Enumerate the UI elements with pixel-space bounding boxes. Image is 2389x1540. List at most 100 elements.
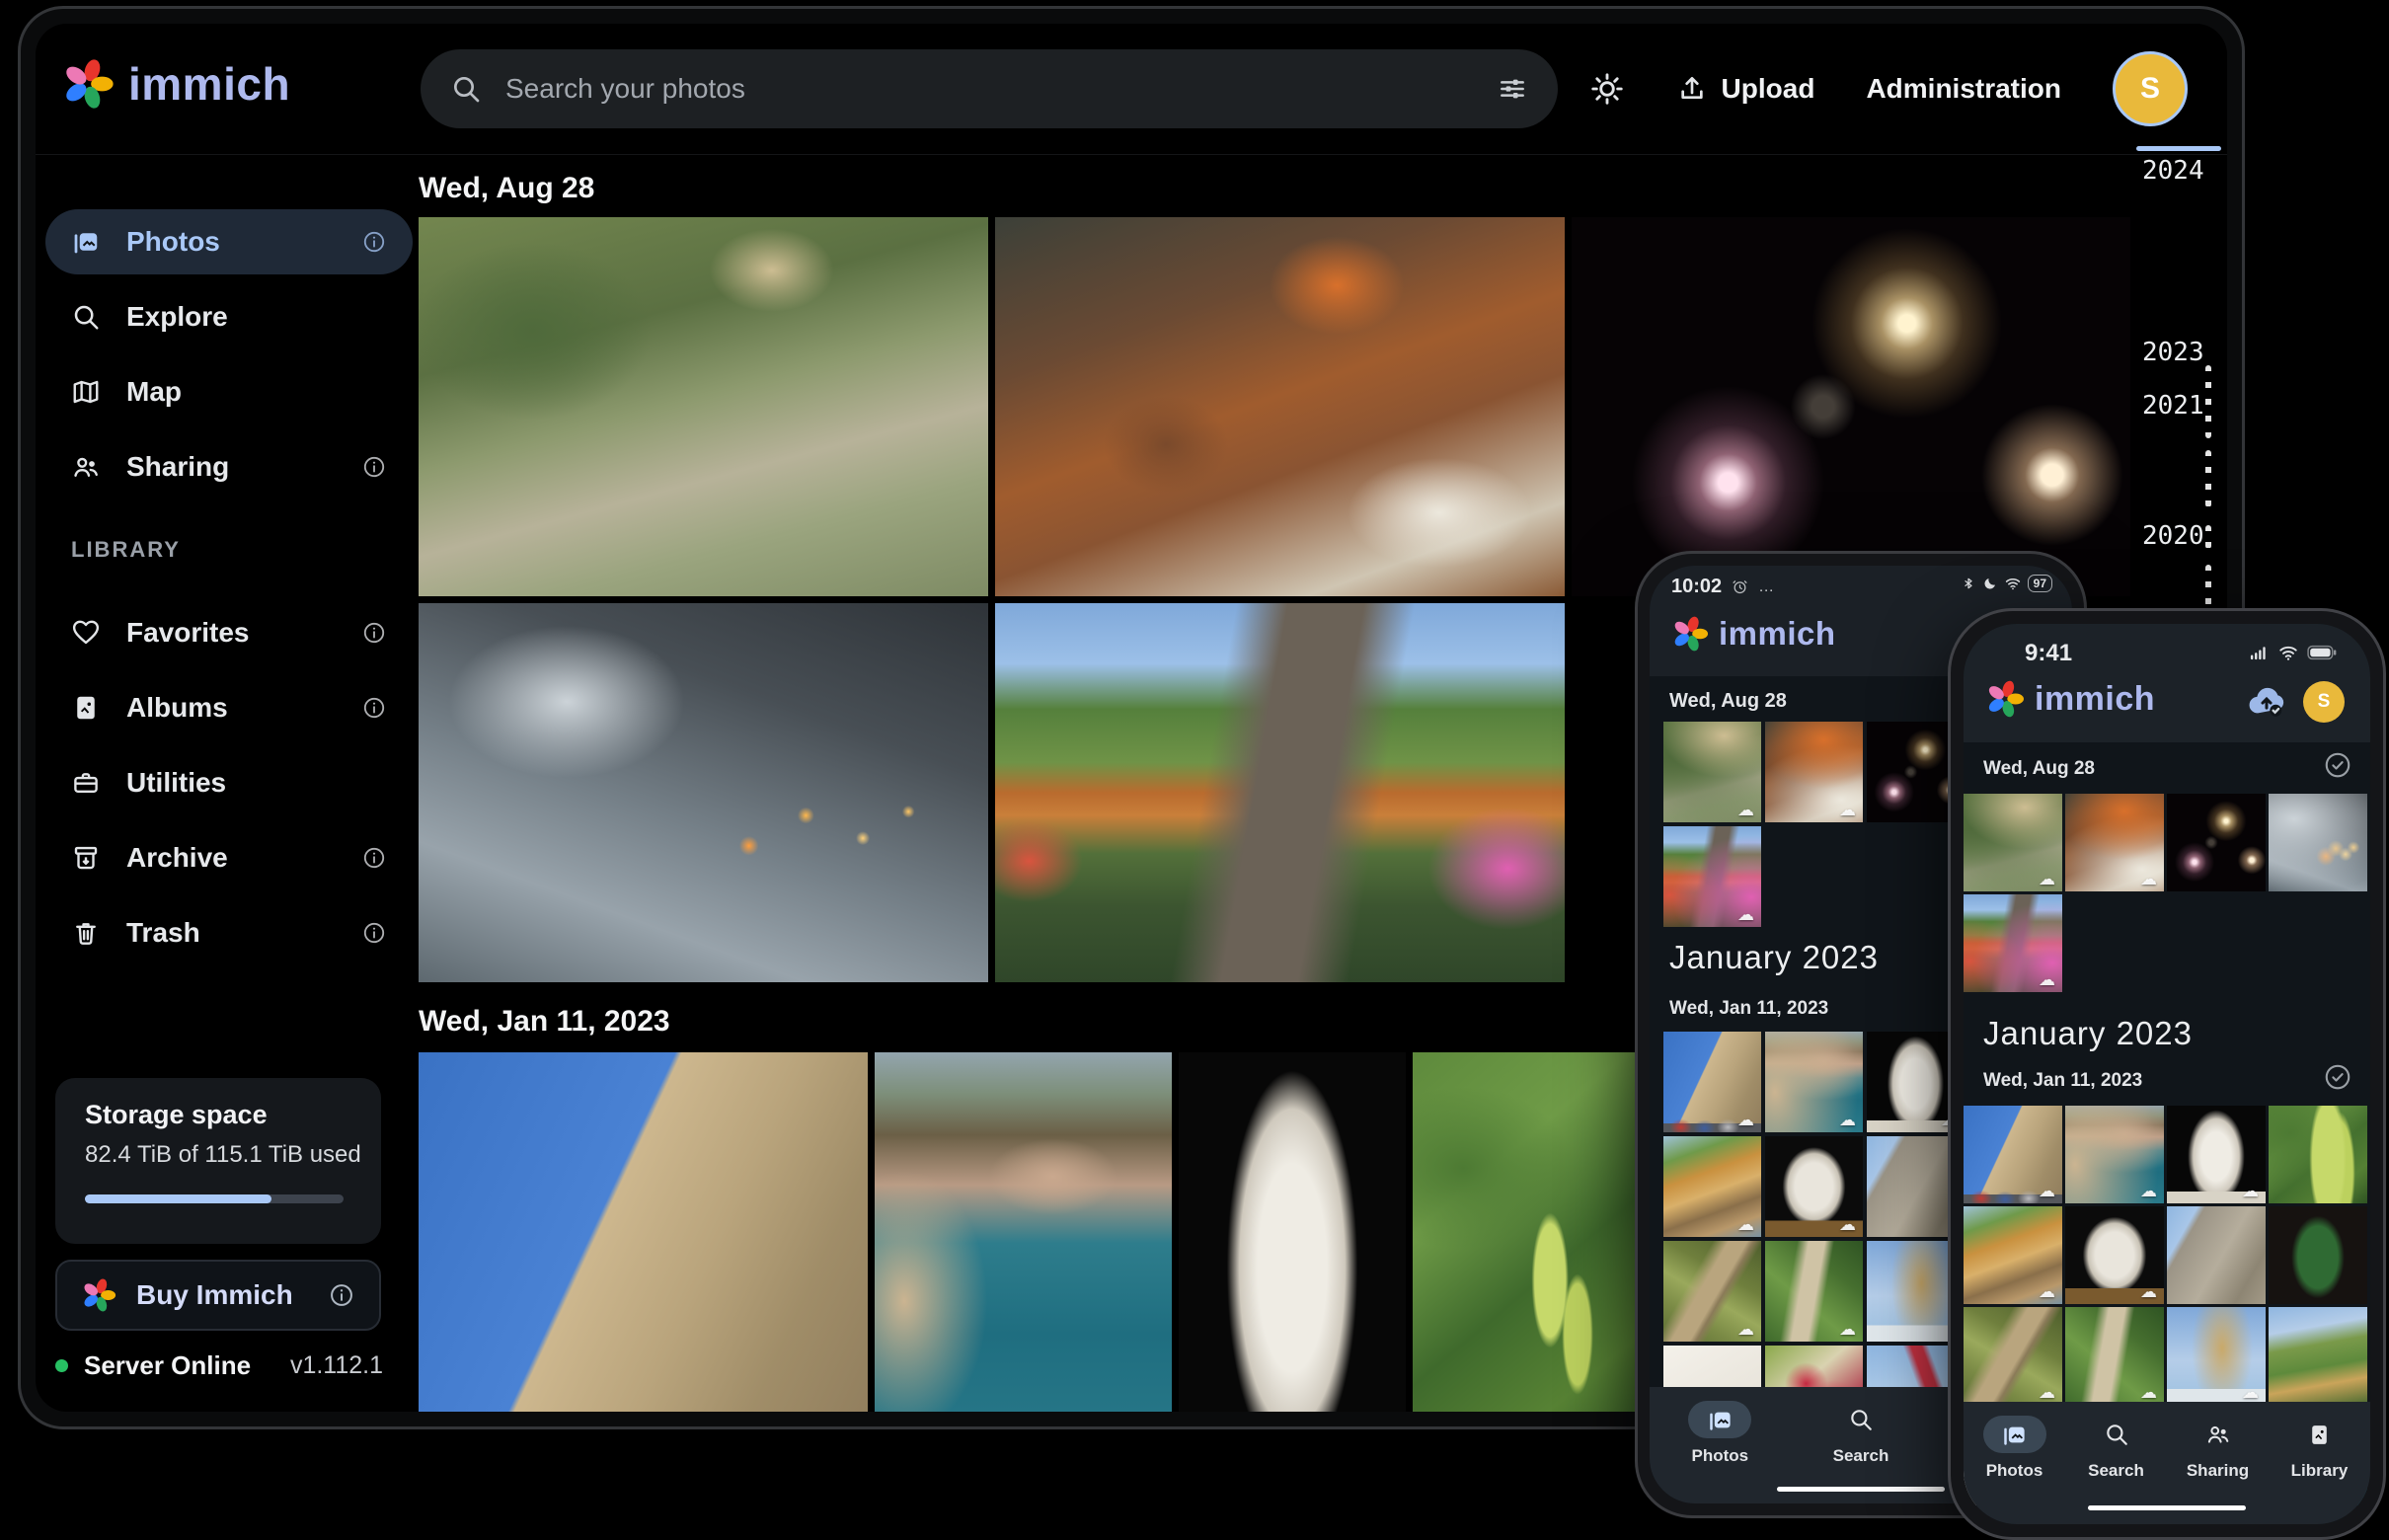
photo-zoo[interactable] [1663, 722, 1761, 822]
notification-dots: … [1758, 578, 1776, 596]
immich-logo[interactable]: immich [61, 57, 290, 111]
phone1-clock: 10:02 [1671, 576, 1722, 598]
info-icon[interactable] [361, 454, 387, 480]
sidebar-item-photos[interactable]: Photos [45, 209, 413, 274]
home-indicator[interactable] [1777, 1487, 1945, 1492]
heart-icon [71, 618, 101, 648]
photo-lizard[interactable] [1964, 1307, 2062, 1405]
sidebar-item-albums[interactable]: Albums [45, 675, 413, 740]
theme-toggle-sun-icon[interactable] [1589, 71, 1625, 107]
photo-dinner[interactable] [995, 217, 1565, 596]
photo-hands[interactable] [2269, 794, 2367, 891]
upload-button[interactable]: Upload [1676, 73, 1815, 105]
photos-icon [2001, 1422, 2028, 1448]
photo-fortress[interactable] [1663, 1032, 1761, 1132]
timeline-year-2020[interactable]: 2020 [2142, 521, 2204, 551]
photo-lizard2[interactable] [2065, 1307, 2164, 1405]
immich-flower-icon [1671, 615, 1709, 653]
photo-lizard[interactable] [1663, 1241, 1761, 1342]
photo-fireworks[interactable] [2167, 794, 2266, 891]
photo-dinner[interactable] [1765, 722, 1863, 822]
explore-search-icon [71, 302, 101, 332]
sharing-people-icon [2205, 1422, 2231, 1447]
administration-link[interactable]: Administration [1866, 73, 2061, 105]
sidebar-item-explore[interactable]: Explore [45, 284, 413, 349]
sidebar-item-sharing[interactable]: Sharing [45, 434, 413, 500]
server-status-row: Server Online v1.112.1 [55, 1350, 383, 1381]
photo-coast[interactable] [2065, 1106, 2164, 1203]
photo-fortress[interactable] [419, 1052, 868, 1412]
photo-farm[interactable] [2269, 1307, 2367, 1405]
photo-beach[interactable] [1964, 1206, 2062, 1304]
search-bar[interactable]: Search your photos [421, 49, 1558, 128]
photo-hands[interactable] [419, 603, 988, 982]
timeline-scrubber-handle[interactable] [2136, 146, 2221, 151]
photo-bust[interactable] [1179, 1052, 1406, 1412]
info-icon[interactable] [361, 920, 387, 946]
photo-grid-jan [419, 1052, 1642, 1412]
select-check-icon[interactable] [2323, 1062, 2352, 1092]
sidebar-item-map[interactable]: Map [45, 359, 413, 424]
library-section-label: LIBRARY [71, 537, 181, 563]
photo-sculpt2[interactable] [1765, 1136, 1863, 1237]
timeline-year-2024[interactable]: 2024 [2142, 156, 2204, 186]
search-icon [1848, 1407, 1874, 1432]
photo-row [419, 217, 2130, 596]
photo-bust[interactable] [2167, 1106, 2266, 1203]
info-icon[interactable] [361, 845, 387, 871]
nav-photos[interactable]: Photos [1983, 1416, 2046, 1481]
sidebar-item-trash[interactable]: Trash [45, 900, 413, 965]
photo-coast[interactable] [1765, 1032, 1863, 1132]
info-icon[interactable] [361, 620, 387, 646]
search-icon [2104, 1422, 2129, 1447]
photo-dinner[interactable] [2065, 794, 2164, 891]
photo-zoo[interactable] [419, 217, 988, 596]
storage-progress-track [85, 1194, 344, 1203]
photo-fireworks[interactable] [1572, 217, 2130, 596]
phone-iphone-frame: 9:41 immich S Wed, Aug 28 January 2023 W… [1948, 608, 2386, 1540]
nav-library[interactable]: Library [2288, 1416, 2351, 1481]
user-avatar[interactable]: S [2113, 51, 2188, 126]
photo-beach[interactable] [1663, 1136, 1761, 1237]
home-indicator[interactable] [2088, 1505, 2246, 1510]
sidebar-item-archive[interactable]: Archive [45, 825, 413, 890]
user-avatar[interactable]: S [2303, 681, 2345, 723]
nav-search[interactable]: Search [2085, 1416, 2148, 1481]
photo-fortress[interactable] [1964, 1106, 2062, 1203]
search-input[interactable]: Search your photos [505, 73, 1473, 105]
nav-search[interactable]: Search [1829, 1401, 1892, 1466]
buy-immich-button[interactable]: Buy Immich [55, 1260, 381, 1331]
storage-card: Storage space 82.4 TiB of 115.1 TiB used [55, 1078, 381, 1244]
photo-zoo[interactable] [1964, 794, 2062, 891]
sidebar-item-favorites[interactable]: Favorites [45, 600, 413, 665]
photo-church[interactable] [2167, 1307, 2266, 1405]
info-icon[interactable] [328, 1281, 355, 1309]
nav-sharing[interactable]: Sharing [2187, 1416, 2250, 1481]
battery-icon [2307, 645, 2337, 660]
filter-tune-icon[interactable] [1497, 73, 1528, 105]
info-icon[interactable] [361, 229, 387, 255]
photo-lizard2[interactable] [1765, 1241, 1863, 1342]
photo-coast[interactable] [875, 1052, 1172, 1412]
photo-row [1964, 794, 2367, 891]
info-icon[interactable] [361, 695, 387, 721]
sidebar-item-utilities[interactable]: Utilities [45, 750, 413, 815]
photo-wall[interactable] [2167, 1206, 2266, 1304]
photo-sculpt2[interactable] [2065, 1206, 2164, 1304]
photo-berries[interactable] [2269, 1106, 2367, 1203]
search-icon [450, 73, 482, 105]
photo-park[interactable] [1663, 826, 1761, 927]
photo-park[interactable] [1964, 894, 2062, 992]
timeline-dots [2205, 565, 2211, 606]
timeline-year-2021[interactable]: 2021 [2142, 391, 2204, 421]
timeline-year-2023[interactable]: 2023 [2142, 338, 2204, 367]
page: immich Search your photos Upload Adminis… [0, 0, 2389, 1540]
topbar-actions: Upload Administration S [1589, 49, 2188, 128]
photo-tree[interactable] [2269, 1206, 2367, 1304]
photo-park[interactable] [995, 603, 1565, 982]
nav-photos[interactable]: Photos [1688, 1401, 1751, 1466]
photo-berries[interactable] [1413, 1052, 1642, 1412]
backup-cloud-icon[interactable] [2246, 681, 2287, 723]
select-check-icon[interactable] [2323, 750, 2352, 780]
server-status-label: Server Online [84, 1350, 274, 1381]
